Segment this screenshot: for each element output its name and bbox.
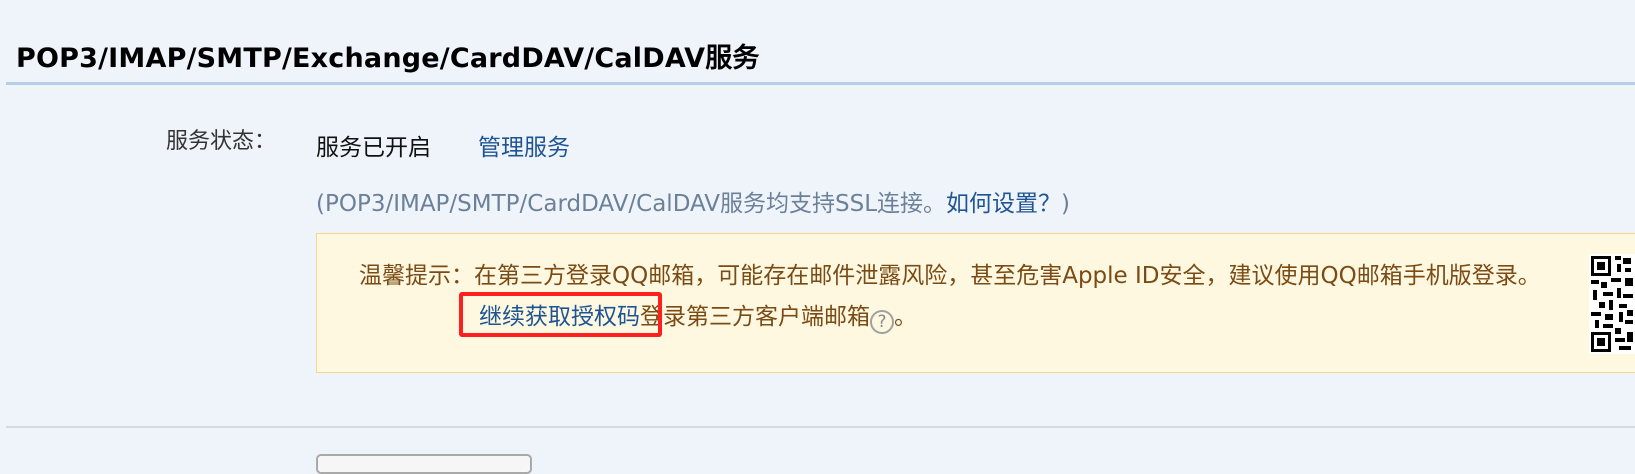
tip-auth-text: 登录第三方客户端邮箱 (640, 304, 870, 330)
next-section-button[interactable] (316, 454, 532, 474)
ssl-note-text: (POP3/IMAP/SMTP/CardDAV/CalDAV服务均支持SSL连接… (316, 191, 947, 217)
title-divider (6, 82, 1635, 85)
tip-auth-line: 继续获取授权码登录第三方客户端邮箱?。 (479, 297, 917, 334)
service-status-value: 服务已开启 (316, 135, 431, 161)
tip-end-punct: 。 (894, 304, 917, 330)
manage-service-link[interactable]: 管理服务 (478, 128, 570, 162)
tip-warning-text: 温馨提示：在第三方登录QQ邮箱，可能存在邮件泄露风险，甚至危害Apple ID安… (359, 263, 1541, 289)
ssl-note-close: ) (1061, 191, 1070, 217)
section-title: POP3/IMAP/SMTP/Exchange/CardDAV/CalDAV服务 (16, 43, 760, 74)
warm-tip-box: 温馨提示：在第三方登录QQ邮箱，可能存在邮件泄露风险，甚至危害Apple ID安… (316, 233, 1635, 373)
service-status-label: 服务状态： (166, 129, 277, 154)
qr-code-icon (1589, 254, 1635, 354)
ssl-note: (POP3/IMAP/SMTP/CardDAV/CalDAV服务均支持SSL连接… (316, 184, 1070, 218)
help-icon[interactable]: ? (870, 310, 894, 334)
section-divider (6, 426, 1635, 428)
how-to-setup-link[interactable]: 如何设置？ (946, 191, 1061, 217)
get-auth-code-link[interactable]: 继续获取授权码 (479, 304, 640, 330)
